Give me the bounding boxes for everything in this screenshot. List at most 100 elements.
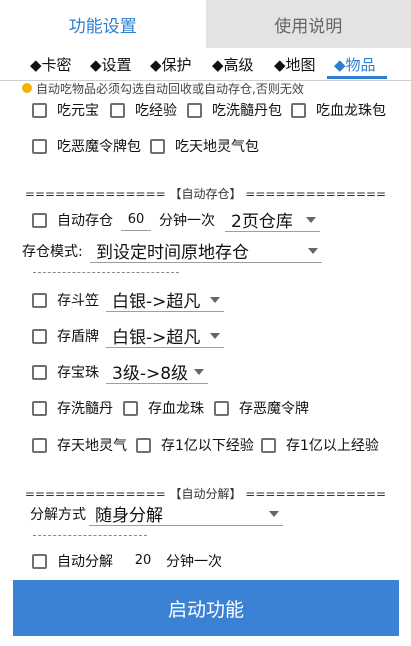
lightbulb-icon [22,83,32,93]
checkbox-label: 存盾牌 [57,329,99,345]
checkbox-label: 吃血龙珠包 [316,103,386,119]
auto-decompose-row: 自动分解 20 分钟一次 [0,546,411,576]
store-tiandi-lingqi-checkbox[interactable]: 存天地灵气 [32,430,127,460]
store-xisuidan-checkbox[interactable]: 存洗髓丹 [32,393,113,423]
checkbox-box[interactable] [150,138,165,154]
subtab-advanced[interactable]: ◆高级 [212,54,254,75]
eat-row-1: 吃元宝 吃经验 吃洗髓丹包 吃血龙珠包 [0,95,411,125]
checkbox-box[interactable] [32,437,47,453]
checkbox-label: 吃经验 [135,103,177,119]
checkbox-box[interactable] [32,292,47,308]
checkbox-box[interactable] [214,400,229,416]
select-value: 白银->超凡 [112,328,201,348]
dropdown-arrow-icon [210,297,220,303]
subtab-settings[interactable]: ◆设置 [90,54,132,75]
store-baozhu-select[interactable]: 3级->8级 [106,360,208,384]
auto-store-checkbox[interactable]: 自动存仓 [32,205,113,235]
checkbox-box[interactable] [123,400,138,416]
store-exp-above-checkbox[interactable]: 存1亿以上经验 [261,430,379,460]
checkbox-box[interactable] [32,212,47,228]
dropdown-arrow-icon [194,369,204,375]
select-value: 到设定时间原地存仓 [96,243,249,263]
auto-store-header: ============== 【自动存仓】 ============== [24,187,387,201]
subtab-card-key[interactable]: ◆卡密 [30,54,72,75]
tab-label: 使用说明 [274,16,343,37]
checkbox-label: 吃元宝 [57,103,99,119]
store-baozhu-checkbox[interactable]: 存宝珠 [32,357,99,387]
checkbox-label: 存斗笠 [57,293,99,309]
checkbox-box[interactable] [110,102,125,118]
tab-function-settings[interactable]: 功能设置 [0,0,206,48]
top-tab-bar: 功能设置 使用说明 [0,0,411,48]
checkbox-label: 存1亿以下经验 [161,438,254,454]
decompose-method-select[interactable]: 随身分解 [89,502,283,526]
eat-xisuidan-checkbox[interactable]: 吃洗髓丹包 [187,95,282,125]
start-button-label: 启动功能 [167,598,244,621]
eat-xuelongzhu-checkbox[interactable]: 吃血龙珠包 [291,95,386,125]
checkbox-box[interactable] [32,364,47,380]
store-douli-select[interactable]: 白银->超凡 [106,288,224,312]
checkbox-box[interactable] [32,138,47,154]
checkbox-label: 自动分解 [57,554,113,570]
store-dunpai-row: 存盾牌 白银->超凡 [0,321,411,351]
auto-store-interval: 60 分钟一次 [113,205,215,235]
store-xuelongzhu-checkbox[interactable]: 存血龙珠 [123,393,204,423]
auto-decompose-interval-input[interactable]: 20 [128,551,158,571]
store-row-5: 存天地灵气 存1亿以下经验 存1亿以上经验 [0,430,411,460]
store-douli-checkbox[interactable]: 存斗笠 [32,285,99,315]
auto-decompose-interval: 20 分钟一次 [120,546,222,576]
store-dunpai-checkbox[interactable]: 存盾牌 [32,321,99,351]
checkbox-box[interactable] [291,102,306,118]
eat-tiandi-lingqi-checkbox[interactable]: 吃天地灵气包 [150,131,259,161]
section-divider [33,272,179,273]
checkbox-box[interactable] [32,553,47,569]
eat-exp-checkbox[interactable]: 吃经验 [110,95,177,125]
checkbox-label: 存天地灵气 [57,438,127,454]
interval-unit-label: 分钟一次 [159,213,215,229]
select-value: 白银->超凡 [112,292,201,312]
subtab-protect[interactable]: ◆保护 [150,54,192,75]
store-douli-row: 存斗笠 白银->超凡 [0,285,411,315]
eat-row-2: 吃恶魔令牌包 吃天地灵气包 [0,131,411,161]
dropdown-arrow-icon [269,511,279,517]
eat-yuanbao-checkbox[interactable]: 吃元宝 [32,95,99,125]
store-mode-row: 存仓模式: 到设定时间原地存仓 [0,236,411,266]
interval-unit-label: 分钟一次 [166,554,222,570]
decompose-method-label: 分解方式 [30,507,86,523]
select-value: 2页仓库 [231,212,293,232]
auto-store-interval-input[interactable]: 60 [121,210,151,231]
subtab-map[interactable]: ◆地图 [274,54,316,75]
checkbox-label: 存血龙珠 [148,401,204,417]
checkbox-box[interactable] [32,400,47,416]
eat-emo-token-checkbox[interactable]: 吃恶魔令牌包 [32,131,141,161]
checkbox-label: 存洗髓丹 [57,401,113,417]
dropdown-arrow-icon [308,248,318,254]
select-value: 随身分解 [95,506,163,526]
warehouse-page-select[interactable]: 2页仓库 [225,208,320,232]
checkbox-label: 吃洗髓丹包 [212,103,282,119]
checkbox-label: 存1亿以上经验 [286,438,379,454]
checkbox-box[interactable] [187,102,202,118]
checkbox-box[interactable] [136,437,151,453]
checkbox-label: 吃恶魔令牌包 [57,139,141,155]
tab-instructions[interactable]: 使用说明 [205,0,411,48]
store-dunpai-select[interactable]: 白银->超凡 [106,324,224,348]
subtab-items[interactable]: ◆物品 [334,54,376,75]
store-mode-label: 存仓模式: [22,244,83,260]
notice-text: 自动吃物品必须勾选自动回收或自动存仓,否则无效 [22,80,304,96]
checkbox-label: 吃天地灵气包 [175,139,259,155]
items-settings-panel[interactable]: 自动吃物品必须勾选自动回收或自动存仓,否则无效 吃元宝 吃经验 吃洗髓丹包 吃血… [0,80,411,580]
checkbox-box[interactable] [261,437,276,453]
auto-decompose-checkbox[interactable]: 自动分解 [32,546,113,576]
checkbox-box[interactable] [32,102,47,118]
checkbox-box[interactable] [32,328,47,344]
checkbox-label: 存恶魔令牌 [239,401,309,417]
store-exp-below-checkbox[interactable]: 存1亿以下经验 [136,430,254,460]
start-function-button[interactable]: 启动功能 [13,580,399,636]
active-tab-indicator [327,76,387,79]
store-mode-select[interactable]: 到设定时间原地存仓 [90,239,322,263]
store-baozhu-row: 存宝珠 3级->8级 [0,357,411,387]
decompose-method-row: 分解方式 随身分解 [0,499,411,529]
sub-tab-bar: ◆卡密 ◆设置 ◆保护 ◆高级 ◆地图 ◆物品 [0,48,411,81]
store-emo-token-checkbox[interactable]: 存恶魔令牌 [214,393,309,423]
